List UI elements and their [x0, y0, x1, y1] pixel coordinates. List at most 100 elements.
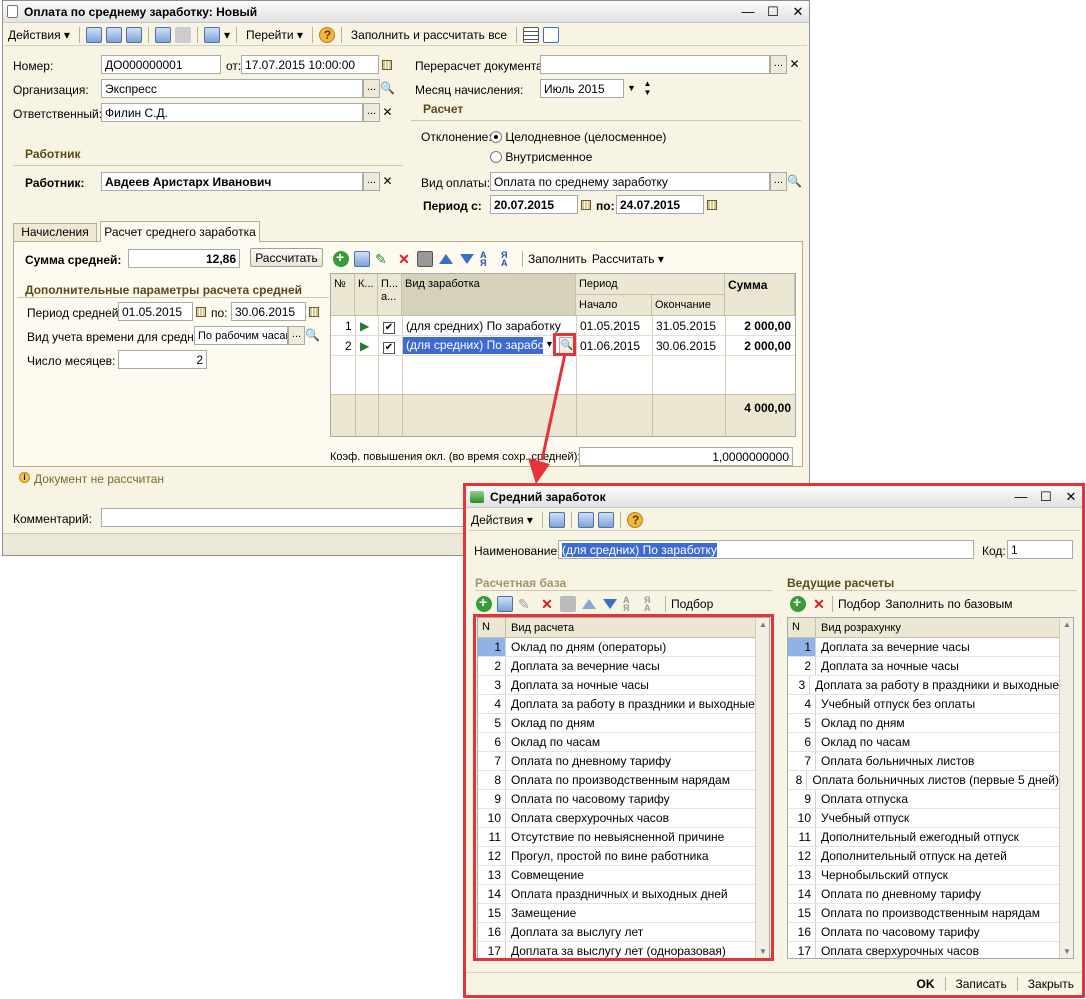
dialog-close-icon[interactable]: ✕ — [1064, 489, 1078, 505]
save-icon[interactable] — [154, 26, 171, 43]
base-end-edit-icon[interactable] — [560, 596, 576, 612]
base-add-icon[interactable] — [476, 594, 492, 612]
tab-accruals[interactable]: Начисления — [13, 223, 97, 241]
period-from-input[interactable]: 20.07.2015 — [490, 195, 578, 214]
worker-input[interactable]: Авдеев Аристарх Иванович — [101, 172, 363, 191]
fill-grid-button[interactable]: Заполнить — [528, 252, 587, 266]
row-check[interactable]: ✔ — [383, 339, 395, 354]
time-account-search-icon[interactable]: 🔍 — [305, 326, 320, 345]
date-input[interactable]: 17.07.2015 10:00:00 — [241, 55, 379, 74]
month-spinner[interactable]: ▲ ▼ — [640, 79, 655, 98]
name-input[interactable]: (для средних) По заработку — [558, 540, 974, 559]
calendar-icon[interactable] — [379, 55, 394, 74]
base-copy-icon[interactable] — [497, 596, 513, 612]
resp-clear-icon[interactable]: ✕ — [380, 103, 395, 122]
avg-period-to-input[interactable]: 30.06.2015 — [231, 302, 306, 321]
list-item[interactable]: 8 Оплата больничных листов (первые 5 дней… — [788, 771, 1059, 790]
period-to-input[interactable]: 24.07.2015 — [616, 195, 704, 214]
time-account-select-button[interactable]: ... — [288, 326, 305, 345]
calc-grid-menu[interactable]: Рассчитать ▾ — [592, 252, 664, 266]
list-item[interactable]: 15 Оплата по производственным нарядам — [788, 904, 1059, 923]
list-item[interactable]: 17 Оплата сверхурочных часов — [788, 942, 1059, 958]
list-item[interactable]: 7 Оплата больничных листов — [788, 752, 1059, 771]
lead-pick-button[interactable]: Подбор — [838, 597, 880, 611]
lead-fill-button[interactable]: Заполнить по базовым — [885, 597, 1012, 611]
list-item[interactable]: 13 Чернобыльский отпуск — [788, 866, 1059, 885]
lead-delete-icon[interactable]: ✕ — [811, 596, 827, 612]
recalc-clear-icon[interactable]: ✕ — [787, 55, 802, 74]
goto-menu[interactable]: Перейти ▾ — [243, 28, 306, 42]
save-button[interactable]: Записать — [956, 977, 1007, 991]
base-delete-icon[interactable]: ✕ — [539, 596, 555, 612]
list-item[interactable]: 2 Доплата за ночные часы — [788, 657, 1059, 676]
maximize-icon[interactable]: ☐ — [766, 4, 780, 20]
dialog-refresh-icon[interactable] — [577, 511, 594, 528]
month-input[interactable]: Июль 2015 — [540, 79, 624, 98]
structure-icon[interactable] — [203, 26, 220, 43]
move-down-icon[interactable] — [459, 251, 475, 267]
list-item[interactable]: 10 Учебный отпуск — [788, 809, 1059, 828]
close-icon[interactable]: ✕ — [791, 4, 805, 20]
avg-period-from-calendar-icon[interactable] — [193, 302, 208, 321]
month-dropdown-icon[interactable]: ▼ — [624, 79, 639, 98]
resp-input[interactable]: Филин С.Д. — [101, 103, 363, 122]
actions-menu[interactable]: Действия ▾ — [5, 28, 73, 42]
list-item[interactable]: 1 Доплата за вечерние часы — [788, 638, 1059, 657]
edit-row-icon[interactable]: ✎ — [375, 251, 391, 267]
deviation-option-full[interactable]: Целодневное (целосменное) — [490, 130, 666, 144]
list-item[interactable]: 12 Дополнительный отпуск на детей — [788, 847, 1059, 866]
row-sum[interactable]: 2 000,00 — [744, 339, 791, 353]
list-icon[interactable] — [523, 26, 540, 43]
paytype-select-button[interactable]: ... — [770, 172, 787, 191]
base-sort-asc-icon[interactable]: AЯ — [623, 596, 639, 613]
row-sum[interactable]: 2 000,00 — [744, 319, 791, 333]
refresh-icon[interactable] — [105, 26, 122, 43]
row-check[interactable]: ✔ — [383, 319, 395, 334]
fill-calc-all-button[interactable]: Заполнить и рассчитать все — [348, 28, 510, 42]
dialog-save-close-icon[interactable] — [548, 511, 565, 528]
base-sort-desc-icon[interactable]: ЯA — [644, 596, 660, 613]
list-item[interactable]: 4 Учебный отпуск без оплаты — [788, 695, 1059, 714]
dialog-actions-menu[interactable]: Действия ▾ — [468, 513, 536, 527]
deviation-option-intra[interactable]: Внутрисменное — [490, 150, 592, 164]
base-pick-button[interactable]: Подбор — [671, 597, 713, 611]
row-start[interactable]: 01.05.2015 — [580, 319, 640, 333]
end-edit-icon[interactable] — [417, 251, 433, 267]
dialog-copy-icon[interactable] — [597, 511, 614, 528]
avg-period-to-calendar-icon[interactable] — [306, 302, 321, 321]
worker-select-button[interactable]: ... — [363, 172, 380, 191]
sort-asc-icon[interactable]: AЯ — [480, 251, 496, 268]
print-icon[interactable] — [174, 26, 191, 43]
list-item[interactable]: 11 Дополнительный ежегодный отпуск — [788, 828, 1059, 847]
base-move-down-icon[interactable] — [602, 596, 618, 612]
list-item[interactable]: 16 Оплата по часовому тарифу — [788, 923, 1059, 942]
recalc-input[interactable] — [540, 55, 770, 74]
ok-button[interactable]: OK — [917, 977, 935, 991]
row-end[interactable]: 30.06.2015 — [656, 339, 716, 353]
time-account-input[interactable]: По рабочим часам — [194, 326, 288, 345]
row-start[interactable]: 01.06.2015 — [580, 339, 640, 353]
add-row-icon[interactable] — [333, 249, 349, 267]
delete-row-icon[interactable]: ✕ — [396, 251, 412, 267]
list-item[interactable]: 9 Оплата отпуска — [788, 790, 1059, 809]
org-select-button[interactable]: ... — [363, 79, 380, 98]
lead-list-scrollbar[interactable]: ▲ ▼ — [1059, 618, 1073, 958]
period-to-calendar-icon[interactable] — [704, 195, 719, 214]
close-button[interactable]: Закрыть — [1028, 977, 1074, 991]
row-type[interactable]: (для средних) По заработку — [406, 319, 561, 333]
row-end[interactable]: 31.05.2015 — [656, 319, 716, 333]
paytype-search-icon[interactable]: 🔍 — [787, 172, 802, 191]
coef-input[interactable]: 1,0000000000 — [579, 447, 793, 466]
number-input[interactable]: ДО000000001 — [101, 55, 221, 74]
months-count-input[interactable]: 2 — [118, 350, 207, 369]
recalc-select-button[interactable]: ... — [770, 55, 787, 74]
copy-row-icon[interactable] — [354, 251, 370, 267]
list-item[interactable]: 14 Оплата по дневному тарифу — [788, 885, 1059, 904]
worker-clear-icon[interactable]: ✕ — [380, 172, 395, 191]
base-edit-icon[interactable]: ✎ — [518, 596, 534, 612]
paytype-input[interactable]: Оплата по среднему заработку — [490, 172, 770, 191]
code-input[interactable]: 1 — [1007, 540, 1073, 559]
calc-avg-button[interactable]: Рассчитать — [250, 248, 323, 267]
org-search-icon[interactable]: 🔍 — [380, 79, 395, 98]
help-icon[interactable] — [318, 26, 335, 43]
